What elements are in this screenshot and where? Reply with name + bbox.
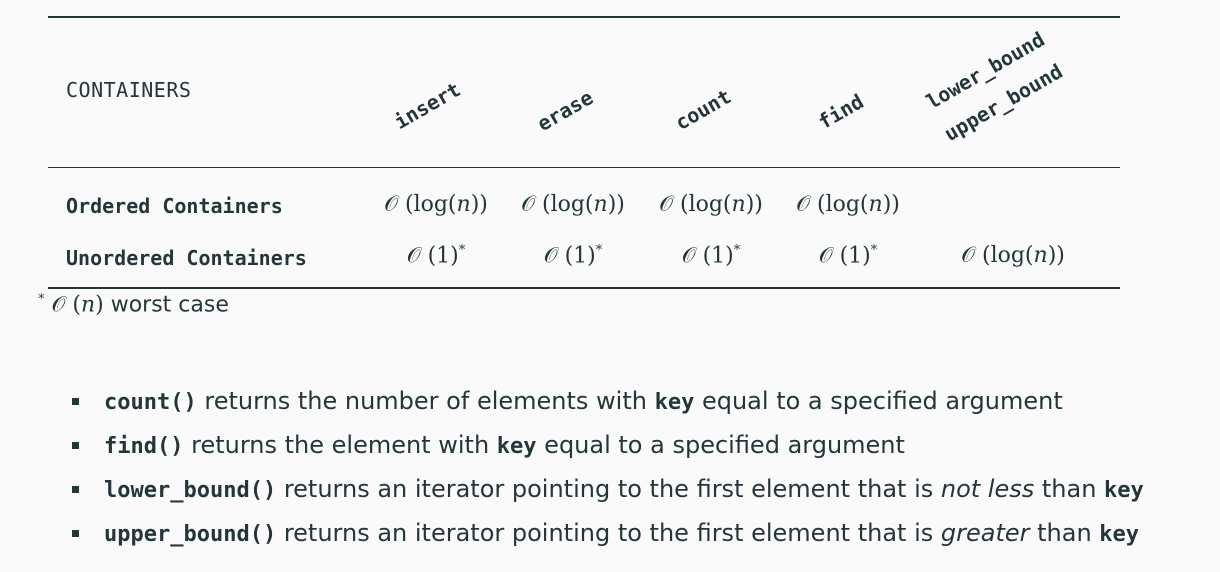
column-header-erase: erase (533, 85, 598, 136)
column-header-find: find (814, 89, 868, 134)
table-cell: 𝒪 (log(n)) (521, 192, 625, 217)
table-footnote: * 𝒪 (n) worst case (38, 292, 229, 318)
table-cell: 𝒪 (log(n)) (796, 192, 900, 217)
list-item: find() returns the element with key equa… (70, 426, 1144, 470)
list-item: upper_bound() returns an iterator pointi… (70, 514, 1144, 558)
column-header-count: count (671, 84, 736, 135)
bullet-square-icon (72, 442, 79, 449)
table-cell: 𝒪 (1)* (681, 243, 741, 269)
table-cell: 𝒪 (1)* (406, 243, 466, 269)
list-item: count() returns the number of elements w… (70, 382, 1144, 426)
table-top-rule (48, 16, 1120, 18)
list-item: lower_bound() returns an iterator pointi… (70, 470, 1144, 514)
row-label-unordered: Unordered Containers (66, 246, 307, 270)
table-corner-label: CONTAINERS (66, 78, 192, 102)
table-cell: 𝒪 (log(n)) (961, 243, 1065, 268)
method-descriptions: count() returns the number of elements w… (70, 382, 1144, 558)
bullet-square-icon (72, 486, 79, 493)
table-cell: 𝒪 (log(n)) (384, 192, 488, 217)
table-header-rule (48, 167, 1120, 168)
footnote-marker: * (38, 292, 45, 307)
column-header-insert: insert (390, 77, 465, 134)
row-label-ordered: Ordered Containers (66, 194, 283, 218)
table-bottom-rule (48, 287, 1120, 289)
bullet-square-icon (72, 530, 79, 537)
table-cell: 𝒪 (1)* (543, 243, 603, 269)
bullet-square-icon (72, 398, 79, 405)
table-cell: 𝒪 (1)* (818, 243, 878, 269)
table-cell: 𝒪 (log(n)) (659, 192, 763, 217)
